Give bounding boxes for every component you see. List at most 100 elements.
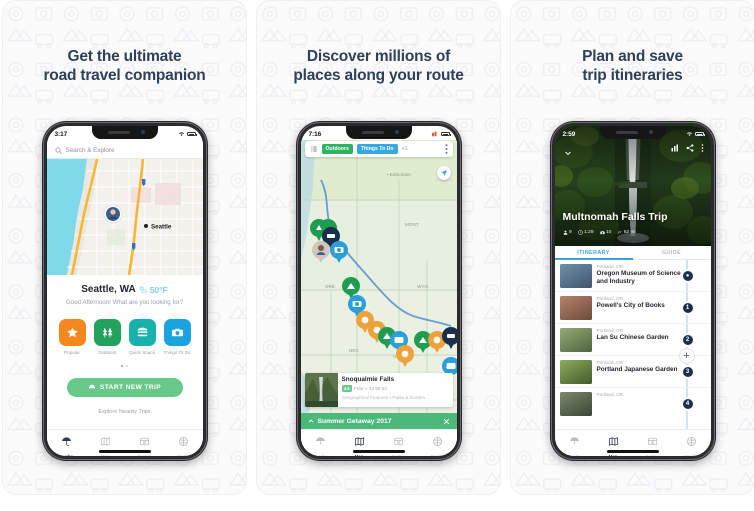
locate-me-button[interactable] <box>436 166 451 180</box>
phone-notch <box>345 126 412 139</box>
category-quick-snack[interactable]: Quick Snack <box>128 319 156 355</box>
trip-stats: 9 1:29 10 62 mi <box>563 230 636 235</box>
map-canvas: Seattle <box>46 159 203 275</box>
tab-label: Guides <box>391 453 405 457</box>
filter-more-count[interactable]: +1 <box>402 146 408 152</box>
itinerary-list[interactable]: Portland, OR Oregon Museum of Science an… <box>554 260 711 429</box>
tab-nearby[interactable]: Nearby <box>47 434 86 456</box>
tab-itinerary[interactable]: ITINERARY <box>554 246 633 260</box>
list-item[interactable]: Portland, OR 4 <box>555 388 711 419</box>
tab-nearby[interactable]: Nearby <box>301 434 340 456</box>
tab-guide[interactable]: GUIDE <box>633 246 711 259</box>
route-map[interactable]: • Edmonton MONT. ORE. WYO. NEV. UTAH CAL… <box>300 140 457 456</box>
dot[interactable] <box>126 364 129 367</box>
more-icon[interactable] <box>701 144 704 152</box>
timeline-marker[interactable]: 4 <box>680 396 695 411</box>
category-popular[interactable]: Popular <box>58 319 86 355</box>
umbrella-icon <box>315 437 325 445</box>
status-indicators <box>686 131 705 137</box>
item-location: Portland, OR <box>596 391 624 397</box>
tab-profile[interactable]: Profile <box>418 434 457 456</box>
map-icon <box>354 437 364 446</box>
item-location: Portland, OR <box>596 263 624 269</box>
item-thumbnail <box>559 327 592 352</box>
tab-label: Map <box>354 453 364 457</box>
map-label: MONT. <box>405 222 419 227</box>
hero-action-icons <box>671 144 704 152</box>
timeline-marker[interactable]: 2 <box>680 332 695 347</box>
phone-screen-map: • Edmonton MONT. ORE. WYO. NEV. UTAH CAL… <box>300 126 457 457</box>
umbrella-icon <box>61 437 71 446</box>
city-name: Seattle, WA <box>81 284 136 295</box>
collapse-button[interactable] <box>564 144 572 162</box>
home-indicator <box>352 450 405 453</box>
timeline-marker[interactable]: 1 <box>680 300 695 315</box>
battery-icon <box>694 131 705 137</box>
place-title: Snoqualmie Falls <box>341 376 395 383</box>
status-indicators <box>178 131 197 137</box>
battery-icon <box>186 131 197 137</box>
add-stop-button[interactable]: + <box>678 348 695 364</box>
car-icon <box>88 385 95 390</box>
wifi-icon <box>686 132 692 137</box>
list-item[interactable]: Portland, OR Oregon Museum of Science an… <box>554 260 711 292</box>
headline-line-1: Discover millions of <box>306 48 451 65</box>
phone-mockup-2: • Edmonton MONT. ORE. WYO. NEV. UTAH CAL… <box>295 121 462 461</box>
headline-line-2: road travel companion <box>43 67 206 84</box>
stat-duration: 1:29 <box>577 230 594 235</box>
close-icon[interactable] <box>443 418 450 425</box>
filter-chip-outdoors[interactable]: Outdoors <box>321 144 353 154</box>
panel-itinerary: Plan and save trip itineraries Multnomah… <box>510 0 754 495</box>
place-distance: 24.60 mi <box>368 386 387 391</box>
stat-value: 62 mi <box>623 230 636 235</box>
trip-title: Summer Getaway 2017 <box>317 417 392 425</box>
stat-people: 9 <box>563 230 572 235</box>
search-bar[interactable]: Search & Explore <box>46 142 203 159</box>
greeting-text: Good Afternoon! What are you looking for… <box>65 299 184 306</box>
carousel-dots[interactable] <box>47 364 203 367</box>
rating-badge: 4.5 <box>341 385 352 392</box>
timeline-marker[interactable]: ● <box>680 268 695 283</box>
detail-tabs: ITINERARY GUIDE <box>554 246 711 260</box>
phone-screen-nearby: Seattle Search & Explore Seattle, WA 50°… <box>46 126 203 456</box>
share-icon[interactable] <box>686 144 694 152</box>
tab-profile[interactable]: Profile <box>164 434 203 456</box>
tab-profile[interactable]: Profile <box>672 434 711 456</box>
item-thumbnail <box>559 263 592 288</box>
filter-chip-things-to-do[interactable]: Things To Do <box>356 144 398 154</box>
more-icon[interactable] <box>445 144 448 154</box>
category-outdoors[interactable]: Outdoors <box>93 319 121 355</box>
camera-icon <box>163 319 191 346</box>
list-item[interactable]: Portland, OR Powell's City of Books 1 <box>554 292 711 324</box>
list-icon[interactable] <box>310 145 318 153</box>
explore-nearby-trips-link[interactable]: Explore Nearby Trips <box>47 409 203 415</box>
dot-active[interactable] <box>120 364 123 367</box>
headline-line-2: trip itineraries <box>582 67 683 84</box>
tab-nearby[interactable]: Nearby <box>555 434 594 456</box>
guides-icon <box>647 437 657 446</box>
phone-screen-trip: Multnomah Falls Trip 9 1:29 10 62 mi ITI… <box>554 126 711 456</box>
stat-value: 9 <box>569 230 572 235</box>
category-things-to-do[interactable]: Things To Do <box>163 319 191 355</box>
map-view[interactable]: Seattle <box>46 159 203 275</box>
chevron-up-icon[interactable] <box>308 418 314 424</box>
trip-banner[interactable]: Summer Getaway 2017 <box>300 413 457 429</box>
tab-label: Profile <box>684 453 698 457</box>
signal-icon <box>431 131 436 137</box>
profile-icon <box>432 436 442 447</box>
star-icon <box>58 319 86 346</box>
timeline-marker[interactable]: 3 <box>680 364 695 379</box>
tab-label: Profile <box>176 453 190 457</box>
map-city-label: Seattle <box>151 224 172 231</box>
headline-line-1: Get the ultimate <box>67 48 182 65</box>
people-icon <box>563 230 567 235</box>
status-indicators <box>431 131 451 137</box>
trip-hero-image: Multnomah Falls Trip 9 1:29 10 62 mi <box>554 126 711 246</box>
cta-label: START NEW TRIP <box>99 383 162 391</box>
panel-nearby: Get the ultimate road travel companion S… <box>2 0 247 495</box>
place-card[interactable]: Snoqualmie Falls 4.5 Free • 24.60 mi Geo… <box>304 373 453 407</box>
stat-photos: 10 <box>599 230 611 235</box>
stats-icon[interactable] <box>671 144 679 152</box>
profile-icon <box>178 436 188 447</box>
start-new-trip-button[interactable]: START NEW TRIP <box>66 377 183 397</box>
